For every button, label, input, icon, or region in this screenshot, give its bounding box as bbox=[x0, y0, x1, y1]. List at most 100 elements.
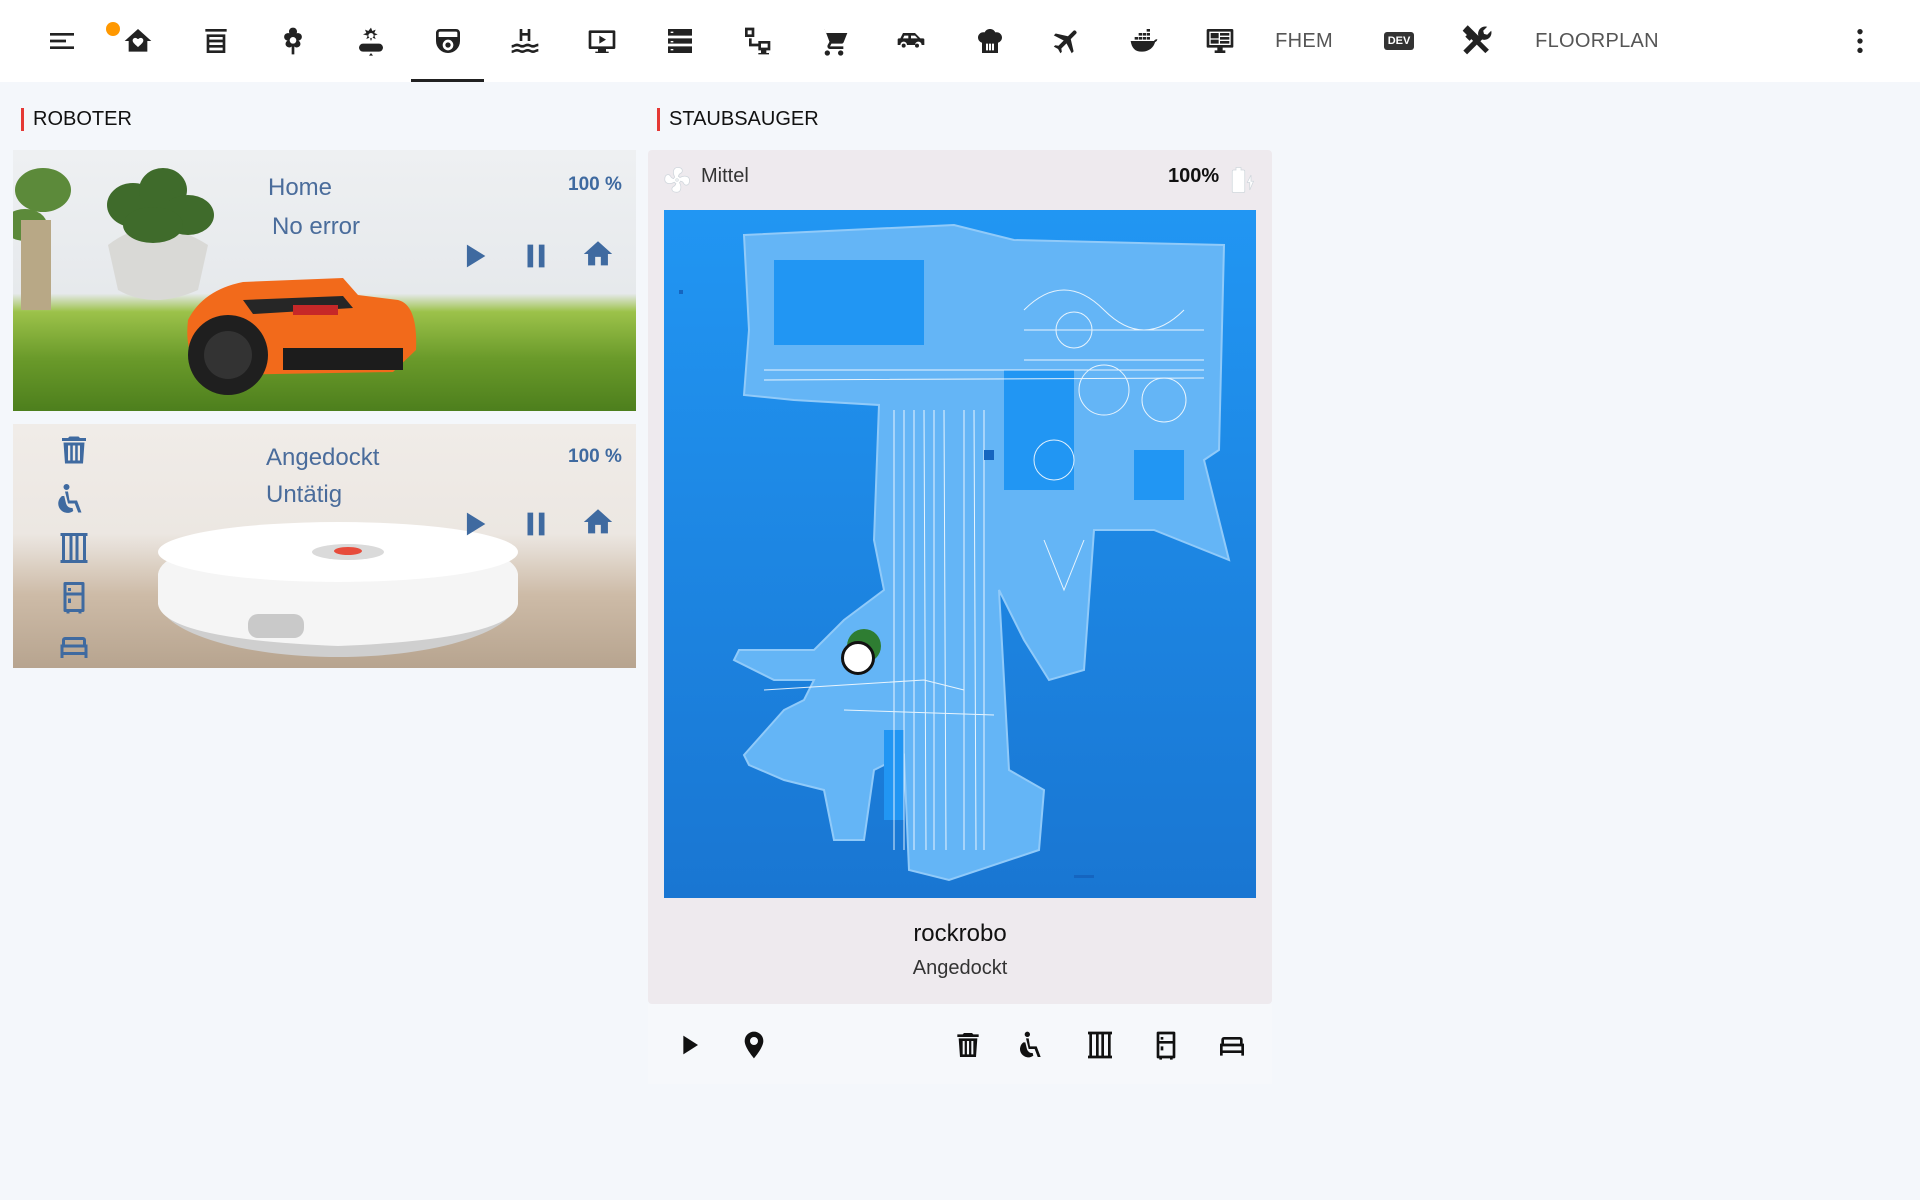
mower-home-button[interactable] bbox=[578, 234, 618, 274]
home-icon bbox=[583, 241, 613, 266]
mower-card[interactable]: Home No error 100 % bbox=[13, 150, 636, 411]
fan-speed-label: Mittel bbox=[701, 165, 749, 187]
trash-icon bbox=[957, 1033, 979, 1057]
fridge-icon bbox=[63, 582, 85, 614]
vacuum-map-room-bath-button[interactable] bbox=[1013, 1024, 1055, 1066]
tab-weather[interactable] bbox=[349, 0, 393, 82]
vacuum-home-button[interactable] bbox=[578, 502, 618, 542]
vacuum-map-state: Angedockt bbox=[912, 957, 1008, 979]
media-play-icon bbox=[588, 30, 616, 53]
dots-vertical-icon bbox=[1857, 29, 1863, 53]
weather-icon bbox=[359, 27, 383, 56]
vacuum-map-room-fridge-button[interactable] bbox=[1145, 1024, 1187, 1066]
chef-hat-icon bbox=[978, 29, 1002, 53]
vacuum-pause-button[interactable] bbox=[516, 504, 556, 544]
map-marker-icon bbox=[744, 1031, 764, 1059]
fan-icon bbox=[664, 167, 690, 193]
server-icon bbox=[668, 29, 692, 53]
active-tab-indicator bbox=[411, 79, 484, 82]
play-icon bbox=[466, 244, 486, 268]
play-icon bbox=[683, 1035, 698, 1055]
vacuum-map-start-button[interactable] bbox=[669, 1024, 711, 1066]
vacuum-state: Angedockt bbox=[266, 444, 380, 471]
vacuum-map-room-kitchen-button[interactable] bbox=[947, 1024, 989, 1066]
bed-icon bbox=[1220, 1037, 1244, 1056]
dev-badge-icon: DEV bbox=[1383, 32, 1415, 50]
mower-start-button[interactable] bbox=[454, 236, 494, 276]
mower-pause-button[interactable] bbox=[516, 236, 556, 276]
pause-icon bbox=[527, 244, 545, 268]
tab-docker[interactable] bbox=[1120, 0, 1168, 82]
tab-shopping[interactable] bbox=[812, 0, 856, 82]
battery-level-label: 100% bbox=[1168, 165, 1220, 187]
tab-server[interactable] bbox=[658, 0, 702, 82]
overflow-menu-button[interactable] bbox=[1840, 0, 1880, 82]
flower-icon bbox=[284, 27, 302, 55]
tab-tools[interactable] bbox=[1454, 0, 1498, 82]
vacuum-name: rockrobo bbox=[913, 920, 1007, 947]
docker-icon bbox=[1130, 29, 1158, 52]
tab-car[interactable] bbox=[889, 0, 933, 82]
tab-kitchen[interactable] bbox=[968, 0, 1012, 82]
top-app-bar: FHEM DEV FLOORPLAN bbox=[0, 0, 1920, 82]
fan-speed-button[interactable] bbox=[662, 165, 692, 195]
pool-icon bbox=[511, 29, 539, 53]
menu-icon bbox=[50, 33, 74, 49]
vacuum-status: Untätig bbox=[266, 481, 343, 508]
vacuum-map-room-bedroom-button[interactable] bbox=[1211, 1024, 1253, 1066]
fridge-icon bbox=[1156, 1031, 1176, 1060]
tab-receipt[interactable] bbox=[194, 0, 238, 82]
vacuum-room-kitchen-button[interactable] bbox=[51, 428, 97, 472]
tab-floorplan-label: FLOORPLAN bbox=[1535, 29, 1659, 52]
vacuum-card[interactable]: Angedockt Untätig 100 % bbox=[13, 424, 636, 668]
home-icon bbox=[583, 509, 613, 534]
vacuum-map-room-hall-button[interactable] bbox=[1079, 1024, 1121, 1066]
mower-battery: 100 % bbox=[568, 174, 622, 195]
car-icon bbox=[897, 33, 925, 48]
toilet-icon bbox=[1020, 1031, 1041, 1058]
robot-position-icon bbox=[841, 641, 875, 675]
vacuum-room-bath-button[interactable] bbox=[51, 477, 97, 521]
menu-button[interactable] bbox=[40, 0, 120, 82]
trash-icon bbox=[62, 436, 86, 464]
cart-icon bbox=[820, 29, 848, 56]
vacuum-room-bedroom-button[interactable] bbox=[51, 624, 97, 668]
play-icon bbox=[466, 512, 486, 536]
mower-state: Home bbox=[268, 174, 333, 201]
tools-icon bbox=[1462, 25, 1492, 55]
mower-error: No error bbox=[272, 213, 361, 240]
vacuum-room-hall-button[interactable] bbox=[51, 526, 97, 570]
monitor-dashboard-icon bbox=[1206, 29, 1234, 53]
wardrobe-icon bbox=[1088, 1031, 1112, 1059]
vacuum-map[interactable] bbox=[664, 210, 1256, 898]
bed-icon bbox=[60, 637, 88, 658]
section-title-staubsauger: STAUBSAUGER bbox=[657, 108, 819, 131]
tab-fhem[interactable]: FHEM bbox=[1272, 0, 1336, 82]
toilet-icon bbox=[58, 484, 82, 513]
vacuum-room-fridge-button[interactable] bbox=[51, 575, 97, 619]
pause-icon bbox=[527, 512, 545, 536]
tab-home[interactable] bbox=[116, 0, 160, 82]
wardrobe-icon bbox=[60, 533, 88, 563]
tab-garden[interactable] bbox=[271, 0, 315, 82]
tab-floorplan[interactable]: FLOORPLAN bbox=[1532, 0, 1662, 82]
tab-dev[interactable]: DEV bbox=[1378, 0, 1420, 82]
tab-fhem-label: FHEM bbox=[1275, 29, 1333, 52]
tab-travel[interactable] bbox=[1045, 0, 1089, 82]
vacuum-battery: 100 % bbox=[568, 446, 622, 467]
tab-network[interactable] bbox=[735, 0, 779, 82]
network-icon bbox=[745, 27, 771, 55]
section-title-roboter: ROBOTER bbox=[21, 108, 132, 131]
airplane-icon bbox=[1053, 30, 1077, 54]
tab-pool[interactable] bbox=[503, 0, 547, 82]
floor-map-image bbox=[679, 223, 1231, 882]
tab-dashboard[interactable] bbox=[1198, 0, 1242, 82]
battery-charging-icon bbox=[1226, 163, 1256, 197]
tab-robots[interactable] bbox=[424, 0, 472, 82]
home-heart-icon bbox=[124, 29, 152, 52]
vacuum-start-button[interactable] bbox=[454, 504, 494, 544]
receipt-icon bbox=[205, 29, 227, 53]
robot-vacuum-icon bbox=[436, 29, 460, 53]
tab-media[interactable] bbox=[580, 0, 624, 82]
vacuum-locate-button[interactable] bbox=[733, 1024, 775, 1066]
